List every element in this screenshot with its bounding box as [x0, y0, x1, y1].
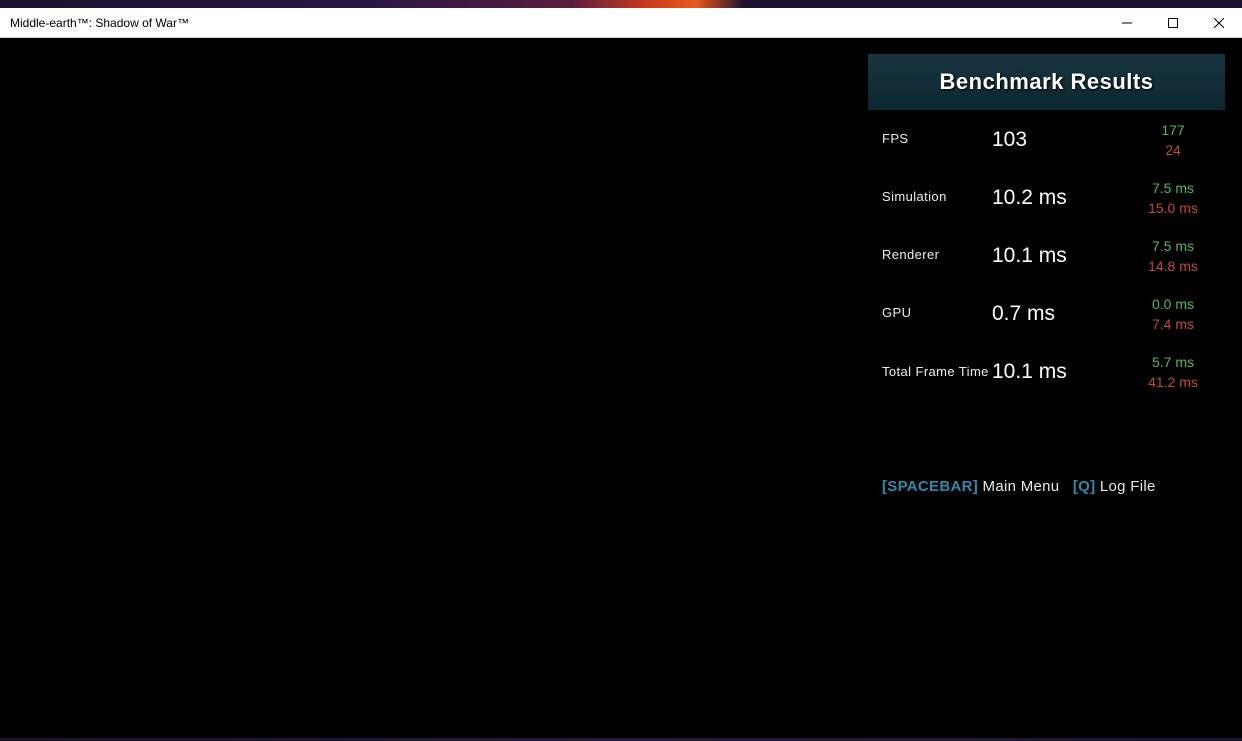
window-title-bar: Middle-earth™: Shadow of War™	[0, 8, 1242, 38]
benchmark-panel-header: Benchmark Results	[868, 54, 1225, 111]
row-min: 41.2 ms	[1148, 374, 1198, 390]
hint-action-log-file: Log File	[1100, 478, 1156, 495]
hint-key-q: [Q]	[1073, 478, 1096, 495]
maximize-button[interactable]	[1150, 8, 1196, 37]
row-min: 14.8 ms	[1148, 258, 1198, 274]
row-value: 0.7 ms	[992, 302, 1131, 326]
row-label: GPU	[882, 306, 992, 321]
hint-key-spacebar: [SPACEBAR]	[882, 478, 978, 495]
maximize-icon	[1168, 18, 1178, 28]
row-value: 103	[992, 128, 1131, 152]
close-icon	[1214, 18, 1224, 28]
game-viewport: Benchmark Results FPS 103 177 24 Simulat…	[0, 38, 1242, 741]
key-hints: [SPACEBAR] Main Menu [Q] Log File	[868, 478, 1225, 495]
row-max: 7.5 ms	[1152, 180, 1194, 196]
row-max: 177	[1161, 122, 1184, 138]
row-label: FPS	[882, 132, 992, 147]
row-label: Total Frame Time	[882, 365, 992, 380]
result-row-simulation: Simulation 10.2 ms 7.5 ms 15.0 ms	[868, 169, 1225, 227]
row-minmax: 0.0 ms 7.4 ms	[1131, 296, 1225, 332]
row-label: Simulation	[882, 190, 992, 205]
row-label: Renderer	[882, 248, 992, 263]
close-button[interactable]	[1196, 8, 1242, 37]
minimize-icon	[1122, 18, 1132, 28]
row-max: 5.7 ms	[1152, 354, 1194, 370]
row-min: 15.0 ms	[1148, 200, 1198, 216]
row-minmax: 7.5 ms 14.8 ms	[1131, 238, 1225, 274]
row-max: 0.0 ms	[1152, 296, 1194, 312]
result-row-renderer: Renderer 10.1 ms 7.5 ms 14.8 ms	[868, 227, 1225, 285]
row-minmax: 177 24	[1131, 122, 1225, 158]
window-controls	[1104, 8, 1242, 37]
launcher-top-strip	[0, 0, 1242, 8]
minimize-button[interactable]	[1104, 8, 1150, 37]
benchmark-panel: Benchmark Results FPS 103 177 24 Simulat…	[868, 54, 1225, 401]
window-title: Middle-earth™: Shadow of War™	[0, 16, 189, 30]
row-min: 7.4 ms	[1152, 316, 1194, 332]
result-row-fps: FPS 103 177 24	[868, 111, 1225, 169]
row-value: 10.1 ms	[992, 360, 1131, 384]
row-minmax: 5.7 ms 41.2 ms	[1131, 354, 1225, 390]
row-min: 24	[1165, 142, 1181, 158]
row-minmax: 7.5 ms 15.0 ms	[1131, 180, 1225, 216]
result-row-total-frame-time: Total Frame Time 10.1 ms 5.7 ms 41.2 ms	[868, 343, 1225, 401]
hint-action-main-menu: Main Menu	[983, 478, 1060, 495]
benchmark-title: Benchmark Results	[940, 69, 1154, 95]
row-value: 10.2 ms	[992, 186, 1131, 210]
row-max: 7.5 ms	[1152, 238, 1194, 254]
row-value: 10.1 ms	[992, 244, 1131, 268]
result-row-gpu: GPU 0.7 ms 0.0 ms 7.4 ms	[868, 285, 1225, 343]
